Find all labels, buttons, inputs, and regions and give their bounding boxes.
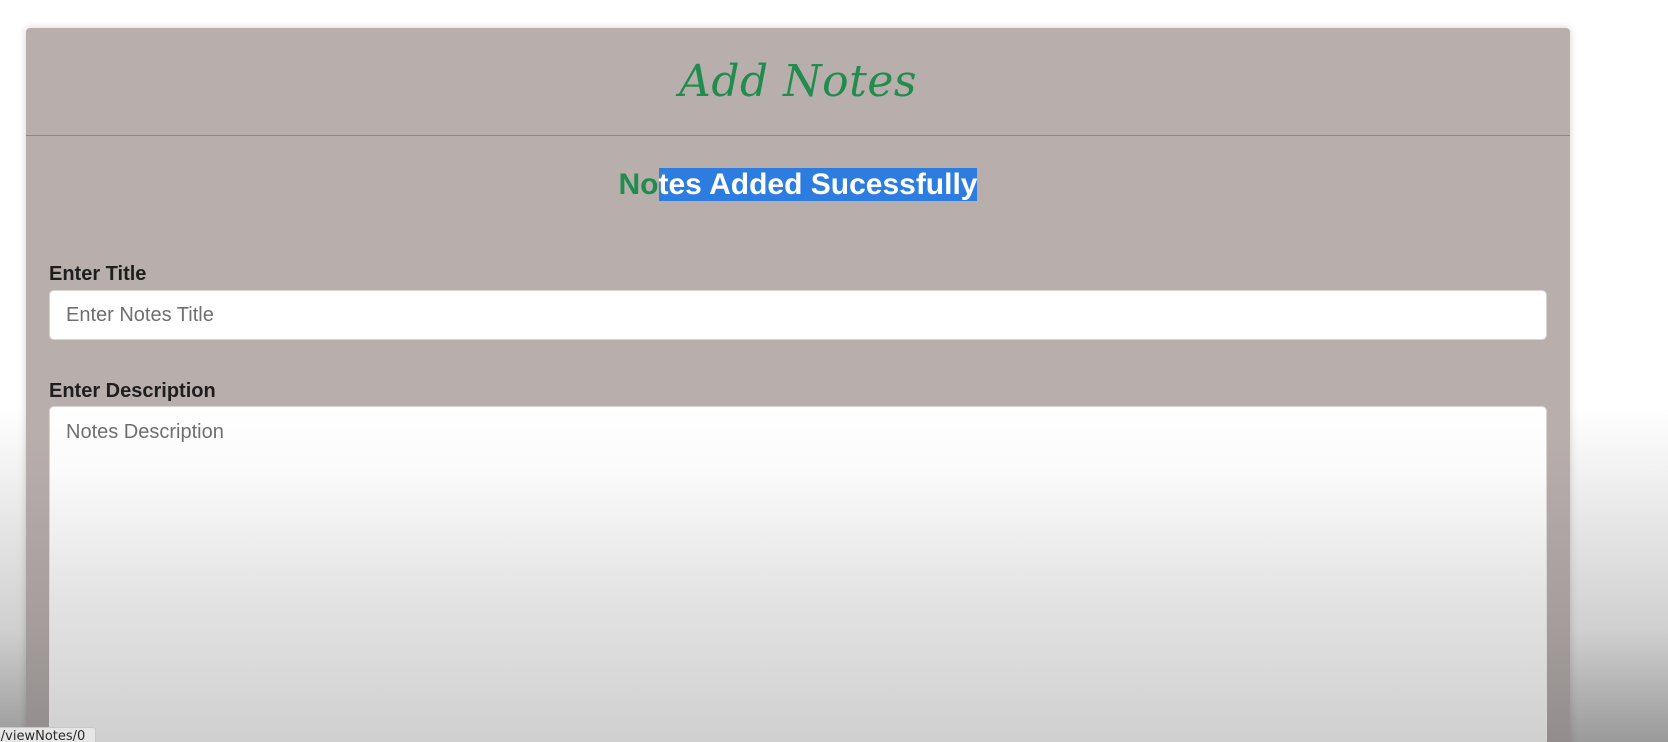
description-label: Enter Description: [49, 380, 216, 402]
success-message-selected-text: tes Added Sucessfully: [658, 168, 978, 201]
page-title: Add Notes: [679, 56, 917, 107]
success-message: Notes Added Sucessfully: [26, 168, 1570, 202]
add-notes-card: Add Notes Notes Added Sucessfully Enter …: [26, 28, 1570, 742]
success-message-prefix: No: [618, 168, 659, 201]
status-bar-link-preview: s/viewNotes/0: [0, 727, 97, 742]
title-label: Enter Title: [49, 263, 147, 285]
title-input[interactable]: [49, 290, 1547, 340]
description-textarea[interactable]: [49, 406, 1547, 742]
card-header: Add Notes: [26, 28, 1570, 136]
